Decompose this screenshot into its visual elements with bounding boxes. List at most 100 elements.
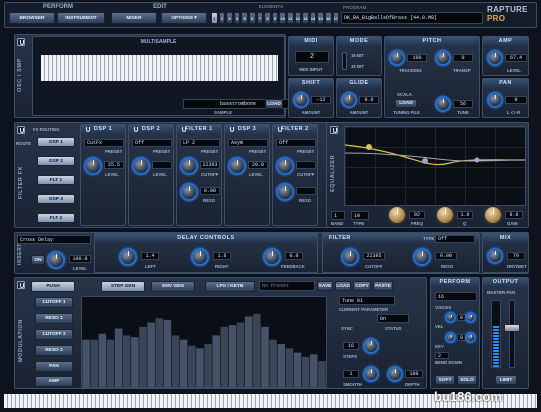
element-button-2[interactable]: 2 [218, 12, 226, 24]
step-sequencer[interactable] [81, 296, 327, 388]
mod-target-cutoff1[interactable]: CUTOFF 1 [35, 297, 73, 308]
voices-value[interactable]: 16 [435, 292, 477, 301]
instrument-button[interactable]: INSTRUMENT [57, 12, 105, 24]
mod-power-toggle[interactable] [17, 281, 25, 289]
step-bar[interactable] [269, 339, 277, 387]
step-bar[interactable] [196, 348, 204, 387]
step-bar[interactable] [318, 361, 326, 387]
step-bar[interactable] [212, 335, 220, 387]
step-bar[interactable] [82, 339, 90, 387]
dsp3-main-knob[interactable] [228, 157, 246, 175]
filter2-reso-knob[interactable] [276, 183, 294, 201]
eq-gain-knob[interactable] [483, 205, 503, 225]
eq-curve-display[interactable] [344, 126, 526, 206]
mode-32bit[interactable]: 32 BIT [351, 64, 364, 69]
mod-target-reso2[interactable]: RESO 2 [35, 345, 73, 356]
element-button-8[interactable]: 8 [264, 12, 271, 24]
routing-dsp3[interactable]: DSP 3 [37, 194, 75, 204]
delay-right-knob[interactable] [191, 248, 209, 266]
depth-knob[interactable] [387, 366, 403, 382]
eq-q-knob[interactable] [435, 205, 455, 225]
insert-level-knob[interactable] [47, 251, 65, 269]
element-button-9[interactable]: 9 [271, 12, 279, 24]
filter1-reso-knob[interactable] [180, 183, 198, 201]
routing-dsp2[interactable]: DSP 2 [37, 156, 75, 166]
options-button[interactable]: OPTIONS ▾ [161, 12, 207, 24]
soft-button[interactable]: SOFT [435, 375, 455, 385]
step-bar[interactable] [228, 325, 237, 387]
eq-band-value[interactable]: 1 [331, 211, 345, 220]
limit-button[interactable]: LIMIT [495, 375, 517, 385]
element-button-4[interactable]: 4 [233, 12, 241, 24]
solo-button[interactable]: SOLO [457, 375, 477, 385]
element-button-7[interactable]: 7 [256, 12, 264, 24]
multisample-keyboard[interactable] [41, 55, 278, 81]
mod-target-pan[interactable]: PAN [35, 361, 73, 372]
mode-16bit[interactable]: 16 BIT [351, 53, 364, 58]
browser-button[interactable]: BROWSER [9, 12, 55, 24]
step-bar[interactable] [106, 339, 115, 387]
filter2-power-toggle[interactable] [275, 125, 283, 133]
mod-target-amp[interactable]: AMP [35, 376, 73, 387]
insert-filter-reso-knob[interactable] [413, 248, 431, 266]
osc-power-toggle[interactable] [17, 38, 25, 46]
insert-on-button[interactable]: ON [31, 255, 45, 265]
tracking-knob[interactable] [389, 50, 405, 66]
element-button-3[interactable]: 3 [226, 12, 233, 24]
mixer-button[interactable]: MIXER [111, 12, 157, 24]
element-button-6[interactable]: 6 [248, 12, 256, 24]
eq-type-value[interactable]: 10 [351, 211, 369, 220]
steps-knob[interactable] [363, 338, 379, 354]
element-button-17[interactable]: 17 [332, 12, 340, 24]
filter1-main-knob[interactable] [180, 157, 198, 175]
element-button-13[interactable]: 13 [302, 12, 309, 24]
step-bar[interactable] [204, 344, 212, 387]
mod-target-reso1[interactable]: RESO 1 [35, 313, 73, 324]
insert-filter-cutoff-knob[interactable] [341, 248, 359, 266]
step-bar[interactable] [122, 335, 131, 387]
step-gen-button[interactable]: STEP GEN [101, 281, 145, 292]
dsp3-power-toggle[interactable] [227, 125, 235, 133]
glide-knob[interactable] [341, 92, 357, 108]
element-button-15[interactable]: 15 [317, 12, 324, 24]
vel-lo-knob[interactable] [445, 312, 456, 323]
step-bar[interactable] [179, 339, 188, 387]
element-button-10[interactable]: 10 [279, 12, 286, 24]
mod-load-button[interactable]: LOAD [335, 281, 351, 291]
step-bar[interactable] [155, 318, 164, 387]
dsp2-power-toggle[interactable] [131, 125, 139, 133]
step-bar[interactable] [293, 352, 302, 387]
element-button-16[interactable]: 16 [324, 12, 332, 24]
mod-paste-button[interactable]: PASTE [373, 281, 393, 291]
vel-hi-knob[interactable] [465, 312, 476, 323]
step-bar[interactable] [277, 344, 286, 387]
dsp1-preset[interactable]: CutFx [84, 139, 124, 147]
output-fader-track[interactable] [509, 300, 515, 368]
step-bar[interactable] [236, 322, 245, 388]
step-bar[interactable] [163, 319, 172, 387]
mod-save-button[interactable]: SAVE [317, 281, 333, 291]
filter1-preset[interactable]: LP 2 [180, 139, 220, 147]
program-display[interactable]: DK_BA_BigBallsOfBrass [44.0.M8] [341, 12, 483, 24]
tune-knob[interactable] [435, 96, 451, 112]
lfo-keyb-button[interactable]: LFO / KEYB [205, 281, 255, 292]
shift-knob[interactable] [293, 92, 309, 108]
dsp1-main-knob[interactable] [84, 157, 102, 175]
step-bar[interactable] [98, 333, 107, 387]
filterfx-power-toggle[interactable] [17, 126, 25, 134]
push-button[interactable]: PUSH [31, 281, 75, 292]
smooth-knob[interactable] [363, 366, 379, 382]
filter2-main-knob[interactable] [276, 157, 294, 175]
element-button-11[interactable]: 11 [286, 12, 294, 24]
mod-tune-display[interactable]: Tune 01 [339, 296, 395, 305]
mod-target-cutoff2[interactable]: CUTOFF 2 [35, 329, 73, 340]
midi-input-value[interactable]: 2 [295, 51, 329, 63]
mod-copy-button[interactable]: COPY [353, 281, 371, 291]
dsp2-preset[interactable]: Off [132, 139, 172, 147]
step-bar[interactable] [139, 326, 147, 387]
step-bar[interactable] [220, 326, 229, 387]
sample-load-button[interactable]: LOAD [265, 99, 283, 109]
key-hi-knob[interactable] [465, 332, 476, 343]
step-bar[interactable] [285, 348, 294, 387]
step-bar[interactable] [301, 356, 310, 387]
